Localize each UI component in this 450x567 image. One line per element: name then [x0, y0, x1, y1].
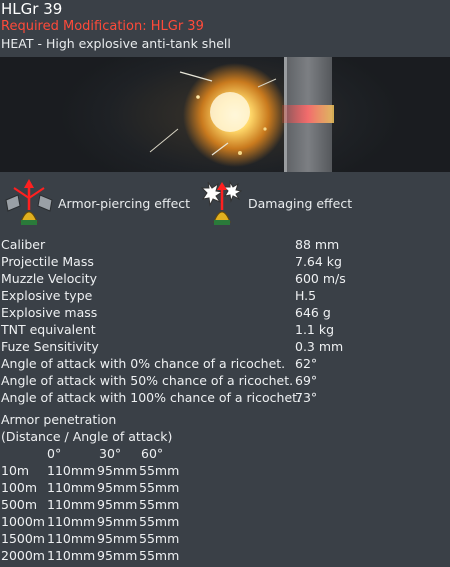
armor-piercing-effect: Armor-piercing effect [4, 178, 190, 228]
shell-description: HEAT - High explosive anti-tank shell [1, 36, 231, 51]
stat-label: Explosive type [1, 288, 93, 303]
angle-header: 60° [141, 446, 164, 461]
stat-value: H.5 [295, 288, 317, 303]
stat-label: Muzzle Velocity [1, 271, 98, 286]
penetration-cell: 55mm [139, 514, 180, 529]
stat-label: Caliber [1, 237, 46, 252]
penetration-title: Armor penetration [1, 412, 117, 427]
penetration-cell: 110mm [47, 497, 96, 512]
stat-label: TNT equivalent [1, 322, 96, 337]
penetration-cell: 95mm [97, 463, 138, 478]
shell-header: HLGr 39 Required Modification: HLGr 39 H… [1, 0, 231, 52]
penetration-cell: 95mm [97, 548, 138, 563]
stat-value: 646 g [295, 305, 331, 320]
angle-header: 30° [99, 446, 122, 461]
damaging-effect: Damaging effect [200, 178, 352, 228]
penetration-cell: 95mm [97, 480, 138, 495]
penetration-cell: 55mm [139, 463, 180, 478]
penetration-cell: 110mm [47, 514, 96, 529]
penetration-cell: 55mm [139, 497, 180, 512]
penetration-cell: 95mm [97, 514, 138, 529]
distance-cell: 1500m [1, 531, 45, 546]
shell-impact-image [0, 57, 450, 172]
stat-label: Angle of attack with 100% chance of a ri… [1, 390, 302, 405]
distance-cell: 1000m [1, 514, 45, 529]
stat-value: 7.64 kg [295, 254, 342, 269]
distance-cell: 100m [1, 480, 38, 495]
shell-effects: Armor-piercing effect Damaging effect [0, 178, 450, 230]
distance-cell: 10m [1, 463, 30, 478]
penetration-cell: 110mm [47, 463, 96, 478]
shell-title: HLGr 39 [1, 0, 63, 18]
stat-value: 62° [295, 356, 318, 371]
penetration-cell: 110mm [47, 548, 96, 563]
damaging-effect-icon [200, 180, 243, 225]
required-modification: Required Modification: HLGr 39 [1, 19, 204, 34]
stat-value: 1.1 kg [295, 322, 335, 337]
stat-value: 0.3 mm [295, 339, 344, 354]
armor-piercing-icon [5, 179, 53, 225]
penetration-cell: 55mm [139, 531, 180, 546]
distance-cell: 2000m [1, 548, 45, 563]
penetration-cell: 95mm [97, 497, 138, 512]
stat-label: Angle of attack with 50% chance of a ric… [1, 373, 294, 388]
damaging-effect-label: Damaging effect [248, 195, 353, 211]
penetration-cell: 110mm [47, 480, 96, 495]
penetration-cell: 110mm [47, 531, 96, 546]
stat-value: 69° [295, 373, 318, 388]
armor-piercing-label: Armor-piercing effect [58, 195, 191, 211]
stat-value: 600 m/s [295, 271, 346, 286]
stat-label: Explosive mass [1, 305, 98, 320]
stat-value: 73° [295, 390, 318, 405]
stat-label: Angle of attack with 0% chance of a rico… [1, 356, 286, 371]
stat-value: 88 mm [295, 237, 340, 252]
penetration-cell: 95mm [97, 531, 138, 546]
stat-label: Fuze Sensitivity [1, 339, 99, 354]
distance-cell: 500m [1, 497, 38, 512]
penetration-cell: 55mm [139, 548, 180, 563]
penetration-subtitle: (Distance / Angle of attack) [1, 429, 173, 444]
penetration-cell: 55mm [139, 480, 180, 495]
stat-label: Projectile Mass [1, 254, 94, 269]
angle-header: 0° [47, 446, 62, 461]
